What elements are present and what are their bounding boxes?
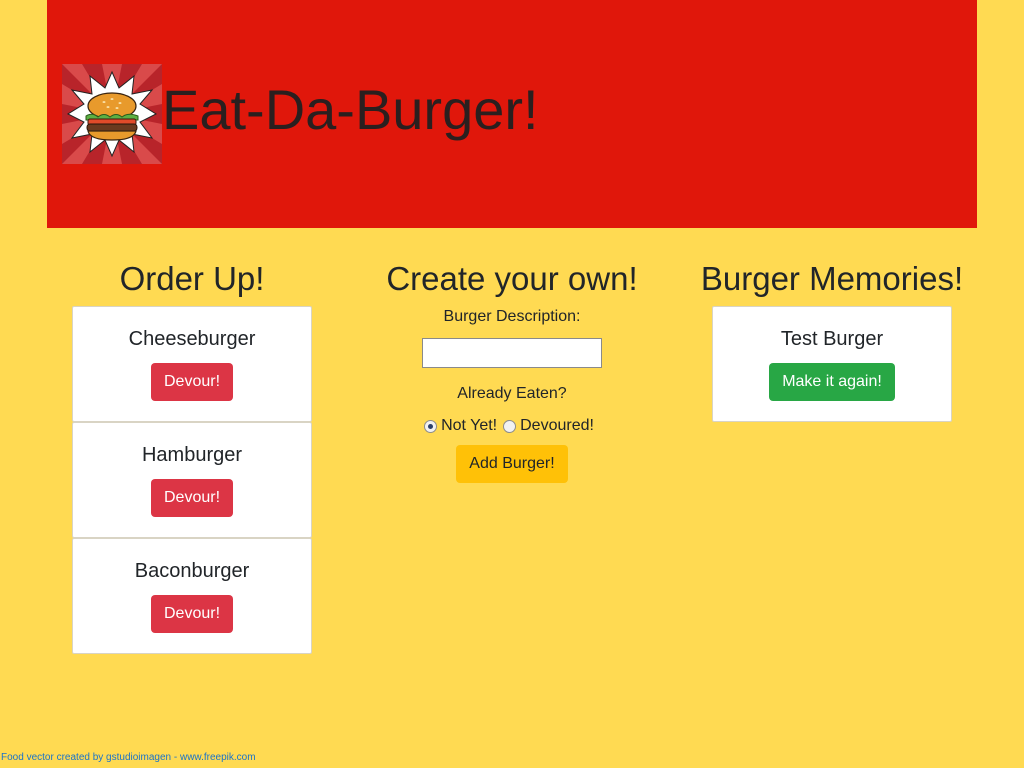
order-up-column: Order Up! Cheeseburger Devour! Hamburger… [72, 256, 312, 654]
burger-name: Test Burger [780, 328, 884, 350]
burger-name: Cheeseburger [128, 328, 256, 350]
memories-list: Test Burger Make it again! [692, 306, 972, 422]
memories-column: Burger Memories! Test Burger Make it aga… [692, 256, 972, 422]
burger-card: Cheeseburger Devour! [72, 306, 312, 422]
add-burger-button[interactable]: Add Burger! [456, 445, 568, 483]
devour-button[interactable]: Devour! [150, 479, 234, 517]
burger-logo-icon [62, 64, 162, 164]
devoured-radio[interactable] [503, 419, 517, 433]
credit-link[interactable]: Food vector created by gstudioimagen - w… [1, 752, 256, 764]
order-up-list: Cheeseburger Devour! Hamburger Devour! B… [72, 306, 312, 654]
memory-card: Test Burger Make it again! [712, 306, 952, 422]
order-up-title: Order Up! [119, 260, 265, 297]
not-yet-radio[interactable] [424, 419, 438, 433]
page: Eat-Da-Burger! Order Up! Cheeseburger De… [0, 0, 1024, 768]
burger-card: Hamburger Devour! [72, 422, 312, 538]
devour-button[interactable]: Devour! [150, 363, 234, 401]
devoured-label[interactable]: Devoured! [520, 416, 594, 436]
site-title: Eat-Da-Burger! [162, 78, 539, 141]
burger-name: Baconburger [134, 560, 250, 582]
not-yet-label[interactable]: Not Yet! [441, 416, 497, 436]
memories-title: Burger Memories! [700, 260, 964, 297]
description-label: Burger Description: [443, 308, 581, 325]
devour-button[interactable]: Devour! [150, 595, 234, 633]
header-banner: Eat-Da-Burger! [47, 0, 977, 228]
eaten-label: Already Eaten? [457, 385, 567, 402]
burger-card: Baconburger Devour! [72, 538, 312, 654]
description-input[interactable] [422, 338, 602, 368]
add-button-wrap: Add Burger! [352, 445, 672, 483]
create-title: Create your own! [386, 260, 638, 297]
create-column: Create your own! Burger Description: Alr… [352, 256, 672, 483]
burger-name: Hamburger [141, 444, 243, 466]
eaten-radio-group: Not Yet! Devoured! [352, 416, 672, 436]
make-again-button[interactable]: Make it again! [769, 363, 895, 401]
